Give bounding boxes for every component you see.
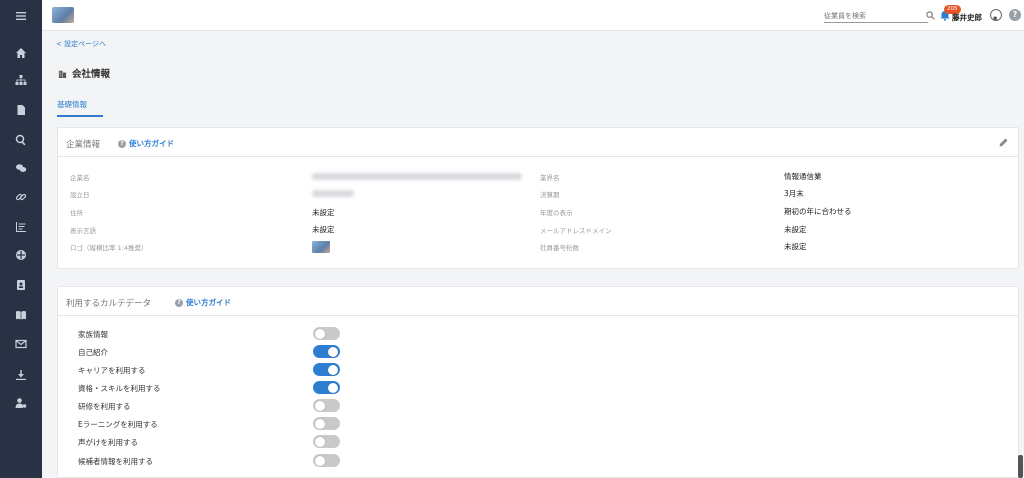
year-display-value: 期初の年に合わせる — [784, 207, 852, 216]
karte-data-card: 利用するカルテデータ ? 使い方ガイド 家族情報 自己紹介 キャリアを利用する … — [57, 286, 1019, 478]
card-title: 企業情報 — [66, 140, 101, 150]
menu-icon[interactable] — [0, 3, 42, 29]
link-icon[interactable] — [0, 184, 42, 210]
karte-label-skills: 資格・スキルを利用する — [78, 384, 161, 393]
address-value: 未設定 — [312, 208, 335, 217]
logo-label: ロゴ（縦横比率 1:4推奨） — [70, 244, 148, 252]
sidebar — [0, 0, 42, 478]
founded-date-label: 設立日 — [70, 191, 90, 199]
industry-label: 業界名 — [540, 174, 560, 182]
company-name-value-redacted — [312, 173, 522, 180]
logo-thumbnail — [312, 241, 330, 253]
karte-label-family: 家族情報 — [78, 330, 108, 339]
chart-icon[interactable] — [0, 214, 42, 240]
usage-guide-link[interactable]: ? 使い方ガイド — [175, 297, 231, 308]
toggle-elearning[interactable] — [313, 417, 340, 430]
employee-number-digits-label: 社員番号桁数 — [540, 244, 579, 252]
page-title: 会社情報 — [58, 66, 110, 80]
employee-search[interactable] — [824, 9, 928, 23]
search-input[interactable] — [824, 11, 928, 20]
card-title: 利用するカルテデータ — [66, 299, 152, 309]
fiscal-period-label: 決算期 — [540, 191, 560, 199]
book-icon[interactable] — [0, 302, 42, 328]
contact-book-icon[interactable] — [0, 272, 42, 298]
company-info-card: 企業情報 ? 使い方ガイド 企業名 設立日 住所 表示言語 ロゴ（縦横比率 1:… — [57, 127, 1019, 269]
karte-label-self-intro: 自己紹介 — [78, 348, 108, 357]
building-icon — [58, 70, 67, 78]
usage-guide-text: 使い方ガイド — [186, 298, 231, 307]
download-icon[interactable] — [0, 362, 42, 388]
globe-icon[interactable] — [0, 242, 42, 268]
karte-label-elearning: Eラーニングを利用する — [78, 420, 158, 429]
usage-guide-link[interactable]: ? 使い方ガイド — [118, 138, 174, 149]
user-icon — [993, 16, 997, 20]
document-icon[interactable] — [0, 97, 42, 123]
user-name[interactable]: 藤井史郎 — [952, 12, 982, 23]
toggle-career[interactable] — [313, 363, 340, 376]
toggle-skills[interactable] — [313, 381, 340, 394]
question-icon: ? — [118, 139, 126, 148]
org-chart-icon[interactable] — [0, 67, 42, 93]
year-display-label: 年度の表示 — [540, 209, 573, 217]
email-domain-value: 未設定 — [784, 225, 807, 234]
avatar[interactable] — [990, 9, 1002, 21]
email-domain-label: メールアドレスドメイン — [540, 227, 612, 235]
company-name-label: 企業名 — [70, 174, 90, 182]
fiscal-period-value: 3月末 — [784, 189, 804, 198]
question-icon: ? — [175, 298, 183, 307]
karte-label-career: キャリアを利用する — [78, 366, 146, 375]
scrollbar[interactable] — [1018, 455, 1023, 478]
display-language-value: 未設定 — [312, 225, 335, 234]
back-to-settings-link[interactable]: < 設定ページへ — [56, 39, 106, 49]
karte-label-training: 研修を利用する — [78, 402, 131, 411]
toggle-candidate[interactable] — [313, 454, 340, 467]
industry-value: 情報通信業 — [784, 172, 822, 181]
toggle-training[interactable] — [313, 399, 340, 412]
help-icon[interactable]: ? — [1009, 9, 1021, 21]
search-icon[interactable] — [926, 11, 935, 20]
user-settings-icon[interactable] — [0, 390, 42, 416]
page-title-text: 会社情報 — [72, 69, 111, 80]
employee-number-digits-value: 未設定 — [784, 242, 807, 251]
pencil-icon[interactable] — [998, 137, 1009, 148]
card-header: 企業情報 ? 使い方ガイド — [58, 128, 1018, 157]
toggle-family[interactable] — [313, 327, 340, 340]
chat-icon[interactable] — [0, 155, 42, 181]
home-icon[interactable] — [0, 40, 42, 66]
mail-icon[interactable] — [0, 331, 42, 357]
company-logo[interactable] — [52, 7, 74, 23]
toggle-voice[interactable] — [313, 435, 340, 448]
top-header: 205 藤井史郎 ? — [42, 0, 1024, 31]
usage-guide-text: 使い方ガイド — [129, 139, 174, 148]
karte-label-voice: 声がけを利用する — [78, 438, 138, 447]
karte-label-candidate: 候補者情報を利用する — [78, 457, 153, 466]
founded-date-value-redacted — [312, 190, 354, 197]
display-language-label: 表示言語 — [70, 227, 96, 235]
address-label: 住所 — [70, 209, 83, 217]
toggle-self-intro[interactable] — [313, 345, 340, 358]
search-nav-icon[interactable] — [0, 127, 42, 153]
card-header: 利用するカルテデータ ? 使い方ガイド — [58, 287, 1018, 316]
tab-active-indicator — [57, 115, 103, 117]
tab-basic-info[interactable]: 基礎情報 — [57, 99, 87, 110]
